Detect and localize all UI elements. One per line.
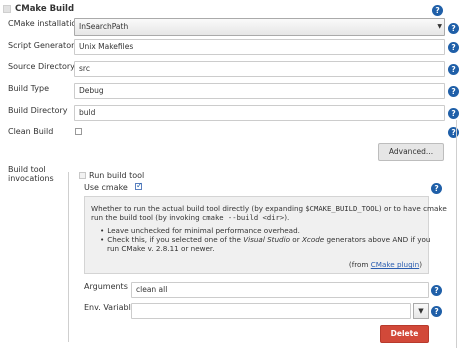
run-build-tool-label: Run build tool: [89, 171, 145, 180]
cmake-installation-label: CMake installation: [8, 19, 82, 28]
build-directory-input[interactable]: buld: [74, 105, 445, 121]
script-generator-input[interactable]: Unix Makefiles: [74, 39, 445, 55]
drag-handle[interactable]: [3, 5, 11, 13]
source-directory-input[interactable]: src: [74, 61, 445, 77]
arguments-label: Arguments: [84, 282, 128, 291]
section-divider: [68, 172, 69, 342]
advanced-button[interactable]: Advanced...: [378, 143, 444, 161]
arguments-input[interactable]: clean all: [131, 282, 429, 298]
clean-build-label: Clean Build: [8, 127, 54, 136]
use-cmake-checkbox[interactable]: [135, 181, 143, 190]
help-source-attribution: (from CMake plugin): [348, 260, 422, 269]
delete-button[interactable]: Delete: [380, 325, 429, 343]
help-icon[interactable]: ?: [432, 5, 443, 16]
use-cmake-label: Use cmake: [84, 183, 128, 192]
section-divider: [456, 120, 457, 348]
cmake-installation-select[interactable]: InSearchPath ▼: [74, 18, 445, 36]
build-type-input[interactable]: Debug: [74, 83, 445, 99]
help-intro-line2: run the build tool (by invoking cmake --…: [91, 213, 290, 222]
help-icon[interactable]: ?: [448, 127, 459, 138]
help-icon[interactable]: ?: [448, 86, 459, 97]
advanced-button-label: Advanced...: [388, 147, 434, 156]
source-directory-label: Source Directory: [8, 62, 75, 71]
build-directory-label: Build Directory: [8, 106, 68, 115]
help-icon[interactable]: ?: [448, 108, 459, 119]
build-type-label: Build Type: [8, 84, 49, 93]
run-build-tool-checkbox[interactable]: [79, 172, 86, 179]
chevron-down-icon: ▼: [437, 23, 442, 30]
clean-build-checkbox[interactable]: [75, 128, 82, 135]
help-icon[interactable]: ?: [448, 42, 459, 53]
section-title: CMake Build: [15, 4, 75, 14]
help-icon[interactable]: ?: [431, 285, 442, 296]
cmake-installation-value: InSearchPath: [79, 22, 129, 31]
help-icon[interactable]: ?: [431, 306, 442, 317]
help-icon[interactable]: ?: [448, 23, 459, 34]
build-tool-section-label-line2: invocations: [8, 174, 54, 183]
help-description-box: Whether to run the actual build tool dir…: [84, 196, 447, 274]
script-generator-label: Script Generator: [8, 41, 75, 50]
help-icon[interactable]: ?: [448, 64, 459, 75]
expand-arrow-icon: ▼: [418, 307, 424, 315]
cmake-plugin-link[interactable]: CMake plugin: [371, 260, 419, 269]
help-icon[interactable]: ?: [431, 183, 442, 194]
env-variables-input[interactable]: [131, 303, 411, 319]
env-variables-expand-button[interactable]: ▼: [413, 303, 429, 319]
help-bullet-2-line2: run CMake v. 2.8.11 or newer.: [107, 244, 215, 253]
delete-button-label: Delete: [390, 329, 419, 338]
